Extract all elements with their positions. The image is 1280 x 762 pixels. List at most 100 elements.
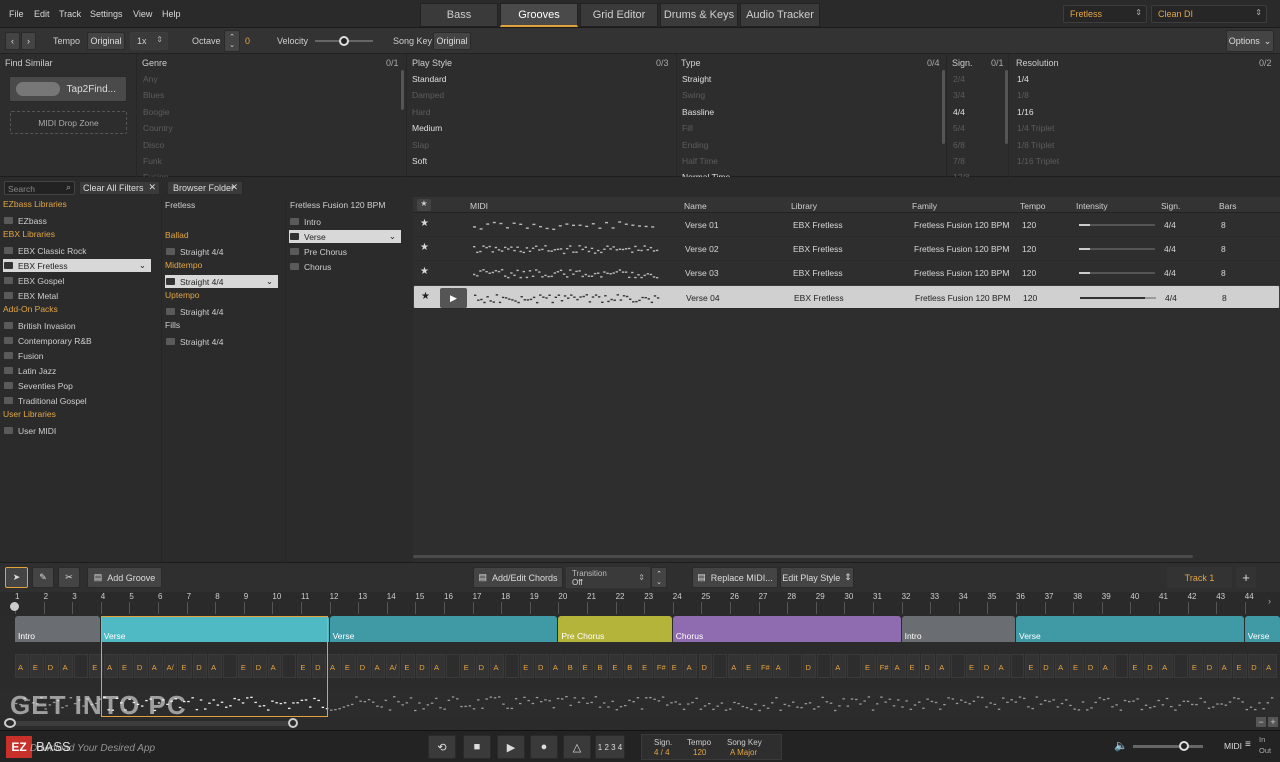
table-row[interactable]: ★ Verse 01 EBX Fretless Fretless Fusion 120… bbox=[413, 213, 1280, 237]
tree-item[interactable]: EBX Metal bbox=[4, 289, 58, 302]
resolution-item[interactable]: 1/4 bbox=[1017, 74, 1029, 84]
back-button[interactable]: ‹ bbox=[5, 32, 20, 50]
tree-item[interactable]: British Invasion bbox=[4, 319, 76, 332]
song-info-display[interactable]: Sign. 4 / 4 Tempo 120 Song Key A Major bbox=[641, 734, 782, 760]
tree-item[interactable]: Straight 4/4 bbox=[166, 335, 223, 348]
chord-block[interactable]: A bbox=[371, 654, 386, 678]
octave-stepper[interactable]: ⌃ ⌄ bbox=[224, 30, 240, 52]
chord-block[interactable]: E bbox=[639, 654, 653, 678]
tree-item-selected[interactable]: Verse ⌄ bbox=[289, 230, 401, 243]
tree-item-selected[interactable]: EBX Fretless ⌄ bbox=[3, 259, 151, 272]
chord-block[interactable]: A bbox=[1218, 654, 1233, 678]
preview-play-button[interactable]: ▶ bbox=[440, 288, 467, 308]
chord-block[interactable]: A bbox=[490, 654, 505, 678]
song-part[interactable]: Verse bbox=[329, 616, 558, 642]
tree-item[interactable]: Latin Jazz bbox=[4, 364, 56, 377]
favorite-star-icon[interactable]: ★ bbox=[420, 266, 429, 277]
chord-block[interactable]: E bbox=[1188, 654, 1203, 678]
play-style-item[interactable]: Slap bbox=[412, 140, 429, 150]
chord-block[interactable]: B bbox=[594, 654, 609, 678]
browser-folder-chip[interactable]: Browser Folder ✕ bbox=[167, 181, 243, 195]
chord-block[interactable] bbox=[74, 654, 89, 678]
chord-block[interactable]: E bbox=[29, 654, 44, 678]
play-style-item[interactable]: Damped bbox=[412, 90, 444, 100]
chord-block[interactable]: E bbox=[965, 654, 980, 678]
zoom-in-button[interactable]: + bbox=[1268, 717, 1278, 727]
chord-block[interactable]: D bbox=[1144, 654, 1159, 678]
record-button[interactable]: ● bbox=[530, 735, 558, 759]
chord-block[interactable] bbox=[847, 654, 861, 678]
forward-button[interactable]: › bbox=[21, 32, 36, 50]
tree-item[interactable]: EBX Classic Rock bbox=[4, 244, 87, 257]
timeline-ruler[interactable]: 1 2 3 4 5 6 7 8 9 10 11 12 13 14 15 16 17 18 19 20 21 22 23 24 2… bbox=[0, 592, 1280, 616]
tap2find-button[interactable]: Tap2Find... bbox=[9, 76, 127, 102]
chord-block[interactable]: D bbox=[1203, 654, 1218, 678]
table-row[interactable]: ★ Verse 03 EBX Fretless Fretless Fusion 120… bbox=[413, 261, 1280, 285]
tree-item[interactable]: User MIDI bbox=[4, 424, 56, 437]
chord-block[interactable]: D bbox=[1040, 654, 1055, 678]
chord-block[interactable]: E bbox=[89, 654, 104, 678]
chord-block[interactable]: A bbox=[1159, 654, 1173, 678]
chord-block[interactable]: D bbox=[312, 654, 327, 678]
chord-block[interactable]: D bbox=[698, 654, 713, 678]
chord-block[interactable]: A bbox=[267, 654, 282, 678]
chord-block[interactable]: A bbox=[683, 654, 698, 678]
zoom-end-handle[interactable] bbox=[288, 718, 298, 728]
song-key-original-button[interactable]: Original bbox=[433, 32, 471, 50]
song-part[interactable]: Verse bbox=[1016, 616, 1244, 642]
pencil-tool-button[interactable]: ✎ bbox=[32, 567, 54, 588]
chord-block[interactable]: D bbox=[252, 654, 267, 678]
chord-block[interactable]: D bbox=[193, 654, 208, 678]
tab-drums-keys[interactable]: Drums & Keys bbox=[660, 3, 738, 27]
col-bars[interactable]: Bars bbox=[1219, 201, 1236, 211]
signature-item[interactable]: 7/8 bbox=[953, 156, 965, 166]
chord-block[interactable]: A bbox=[995, 654, 1010, 678]
chord-block[interactable]: B bbox=[564, 654, 579, 678]
transition-stepper[interactable]: ⌃ ⌄ bbox=[651, 567, 667, 588]
overview-scrollbar[interactable] bbox=[16, 721, 288, 726]
edit-play-style-button[interactable]: Edit Play Style ⇕ bbox=[780, 567, 854, 588]
favorite-star-icon[interactable]: ★ bbox=[420, 242, 429, 253]
chord-block[interactable]: E bbox=[1025, 654, 1040, 678]
replace-midi-button[interactable]: ▤ Replace MIDI... bbox=[692, 567, 778, 588]
menu-view[interactable]: View bbox=[133, 9, 152, 19]
signature-item[interactable]: 4/4 bbox=[953, 107, 965, 117]
tempo-original-button[interactable]: Original bbox=[87, 32, 125, 50]
favorite-star-icon[interactable]: ★ bbox=[421, 291, 430, 302]
options-button[interactable]: Options ⌄ bbox=[1226, 30, 1274, 52]
tree-item[interactable]: Straight 4/4 bbox=[166, 305, 223, 318]
chord-block[interactable]: A bbox=[772, 654, 787, 678]
zoom-out-button[interactable]: − bbox=[1256, 717, 1266, 727]
chord-block[interactable]: E bbox=[579, 654, 594, 678]
play-style-item[interactable]: Hard bbox=[412, 107, 430, 117]
tab-grooves[interactable]: Grooves bbox=[500, 3, 578, 27]
chord-block[interactable] bbox=[817, 654, 832, 678]
tab-bass[interactable]: Bass bbox=[420, 3, 498, 27]
tree-item[interactable]: EZbass bbox=[4, 214, 47, 227]
chord-block[interactable]: F# bbox=[757, 654, 772, 678]
tree-item[interactable]: Pre Chorus bbox=[290, 245, 347, 258]
table-row[interactable]: ★ ▶ Verse 04 EBX Fretless Fretless Fusion 12… bbox=[413, 285, 1280, 309]
chevron-right-icon[interactable]: › bbox=[1268, 596, 1271, 606]
col-name[interactable]: Name bbox=[684, 201, 707, 211]
play-style-item[interactable]: Standard bbox=[412, 74, 447, 84]
chord-block[interactable]: D bbox=[980, 654, 995, 678]
tree-item[interactable]: Intro bbox=[290, 215, 321, 228]
chord-block[interactable] bbox=[787, 654, 802, 678]
volume-slider-knob[interactable] bbox=[1179, 741, 1189, 751]
chord-block[interactable]: E bbox=[861, 654, 876, 678]
col-intensity[interactable]: Intensity bbox=[1076, 201, 1108, 211]
chord-block[interactable]: E bbox=[341, 654, 356, 678]
play-style-item[interactable]: Soft bbox=[412, 156, 427, 166]
resolution-item[interactable]: 1/8 Triplet bbox=[1017, 140, 1054, 150]
tree-item[interactable]: Contemporary R&B bbox=[4, 334, 92, 347]
type-item[interactable]: Normal Time bbox=[682, 172, 730, 177]
col-midi[interactable]: MIDI bbox=[470, 201, 488, 211]
chord-block[interactable]: D bbox=[356, 654, 371, 678]
chord-block[interactable] bbox=[445, 654, 460, 678]
type-item[interactable]: Straight bbox=[682, 74, 711, 84]
chord-block[interactable]: A bbox=[15, 654, 29, 678]
tab-grid-editor[interactable]: Grid Editor bbox=[580, 3, 658, 27]
table-scrollbar[interactable] bbox=[413, 555, 1193, 558]
col-family[interactable]: Family bbox=[912, 201, 937, 211]
